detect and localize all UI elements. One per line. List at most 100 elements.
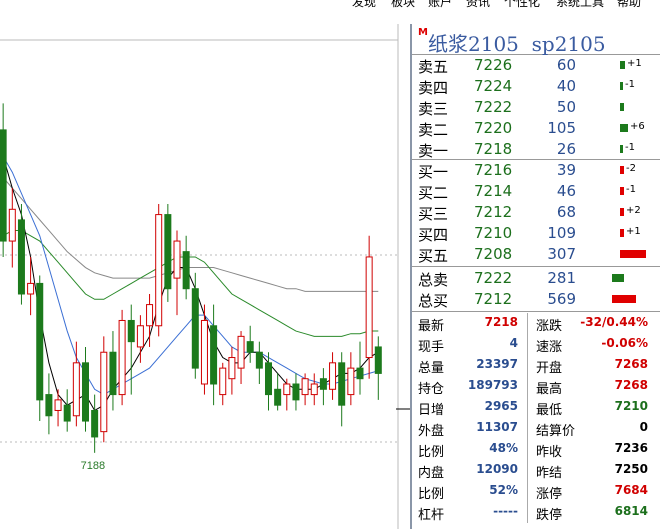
candle-body xyxy=(109,351,117,396)
bid-label: 买一 xyxy=(418,163,449,181)
candle-body xyxy=(255,351,263,369)
candle-body xyxy=(191,288,199,369)
stat-value: 7250 xyxy=(614,462,648,476)
ask-row[interactable]: 卖一 7218 26 -1 xyxy=(412,139,660,160)
candle-body xyxy=(246,341,254,353)
candle-body xyxy=(365,256,373,359)
total-label: 总卖 xyxy=(418,271,449,289)
stat-row: 最新 7218 涨跌 -32/0.44% xyxy=(412,313,660,334)
stat-row: 总量 23397 开盘 7268 xyxy=(412,355,660,376)
menu-sector[interactable]: 板块 xyxy=(391,0,415,10)
stat-value: 7218 xyxy=(484,315,518,329)
candle-body xyxy=(292,383,300,401)
stat-value: 6814 xyxy=(614,504,648,518)
stat-label: 比例 xyxy=(418,487,445,502)
candle-body xyxy=(45,394,53,417)
candle-body xyxy=(338,362,346,406)
menu-news[interactable]: 资讯 xyxy=(466,0,490,10)
candle-body xyxy=(228,357,236,380)
total-row: 总卖 7222 281 xyxy=(412,268,660,289)
total-row: 总买 7212 569 xyxy=(412,289,660,310)
total-price: 7212 xyxy=(474,290,513,308)
ask-label: 卖四 xyxy=(418,79,449,97)
ask-change: -1 xyxy=(625,79,635,90)
total-price: 7222 xyxy=(474,269,513,287)
candle-body xyxy=(347,367,355,396)
stat-value: 48% xyxy=(489,441,518,455)
stat-label: 最高 xyxy=(536,382,563,397)
bid-price: 7216 xyxy=(474,161,513,179)
bid-row[interactable]: 买三 7212 68 +2 xyxy=(412,202,660,223)
ask-price: 7222 xyxy=(474,98,513,116)
bid-label: 买五 xyxy=(418,247,449,265)
stat-label: 最低 xyxy=(536,403,563,418)
stat-value: 189793 xyxy=(467,378,518,392)
stat-value: 12090 xyxy=(476,462,518,476)
bid-volume: 109 xyxy=(547,224,576,242)
bid-price: 7214 xyxy=(474,182,513,200)
stat-value: 52% xyxy=(489,483,518,497)
stat-label: 内盘 xyxy=(418,466,445,481)
stat-row: 现手 4 速涨 -0.06% xyxy=(412,334,660,355)
candle-body xyxy=(200,319,208,385)
ask-price: 7226 xyxy=(474,56,513,74)
stats-divider xyxy=(412,311,660,312)
bid-row[interactable]: 买一 7216 39 -2 xyxy=(412,160,660,181)
total-volume-bar xyxy=(612,274,624,282)
ask-volume-bar xyxy=(620,124,628,132)
ask-price: 7218 xyxy=(474,140,513,158)
contract-code: sp2105 xyxy=(531,32,606,56)
stat-label: 外盘 xyxy=(418,424,445,439)
bid-volume: 46 xyxy=(556,182,576,200)
bid-row[interactable]: 买二 7214 46 -1 xyxy=(412,181,660,202)
ask-volume: 40 xyxy=(556,77,576,95)
bid-change: -2 xyxy=(626,163,636,174)
ask-volume-bar xyxy=(620,82,623,90)
ask-volume: 50 xyxy=(556,98,576,116)
menu-account[interactable]: 账户 xyxy=(428,0,452,10)
stat-value: 7210 xyxy=(614,399,648,413)
menu-personalize[interactable]: 个性化 xyxy=(504,0,540,10)
bid-row[interactable]: 买四 7210 109 +1 xyxy=(412,223,660,244)
candle-body xyxy=(164,214,172,290)
candle-body xyxy=(54,399,62,411)
stat-value: 7268 xyxy=(614,378,648,392)
stat-value: 7268 xyxy=(614,357,648,371)
bid-change: -1 xyxy=(626,184,636,195)
ask-volume: 105 xyxy=(547,119,576,137)
menu-discover[interactable]: 发现 xyxy=(352,0,376,10)
stat-row: 持仓 189793 最高 7268 xyxy=(412,376,660,397)
total-label: 总买 xyxy=(418,292,449,310)
kline-chart-svg: 7188 xyxy=(0,24,410,529)
ask-change: -1 xyxy=(625,142,635,153)
total-volume: 569 xyxy=(547,290,576,308)
menu-help[interactable]: 帮助 xyxy=(617,0,641,10)
bid-row[interactable]: 买五 7208 307 xyxy=(412,244,660,265)
menu-system-tools[interactable]: 系统工具 xyxy=(556,0,604,10)
stat-label: 最新 xyxy=(418,319,445,334)
ask-price: 7224 xyxy=(474,77,513,95)
candle-body xyxy=(36,282,44,401)
stat-label: 涨停 xyxy=(536,487,563,502)
bid-price: 7208 xyxy=(474,245,513,263)
ask-row[interactable]: 卖二 7220 105 +6 xyxy=(412,118,660,139)
ask-row[interactable]: 卖四 7224 40 -1 xyxy=(412,76,660,97)
stat-label: 现手 xyxy=(418,340,445,355)
bid-volume-bar xyxy=(620,187,624,195)
stat-value: ----- xyxy=(493,504,518,518)
kline-chart[interactable]: 7188 xyxy=(0,24,410,529)
stat-row: 杠杆 ----- 跌停 6814 xyxy=(412,502,660,523)
ask-row[interactable]: 卖五 7226 60 +1 xyxy=(412,55,660,76)
stat-value: 4 xyxy=(509,336,518,350)
total-volume-bar xyxy=(612,295,636,303)
bid-volume-bar xyxy=(620,229,624,237)
ask-label: 卖三 xyxy=(418,100,449,118)
bid-volume-bar xyxy=(620,250,646,258)
ask-price: 7220 xyxy=(474,119,513,137)
candle-body xyxy=(118,319,126,396)
candle-body xyxy=(146,304,154,327)
stat-label: 昨结 xyxy=(536,466,563,481)
candle-body xyxy=(274,388,282,406)
stat-row: 比例 48% 昨收 7236 xyxy=(412,439,660,460)
ask-row[interactable]: 卖三 7222 50 xyxy=(412,97,660,118)
